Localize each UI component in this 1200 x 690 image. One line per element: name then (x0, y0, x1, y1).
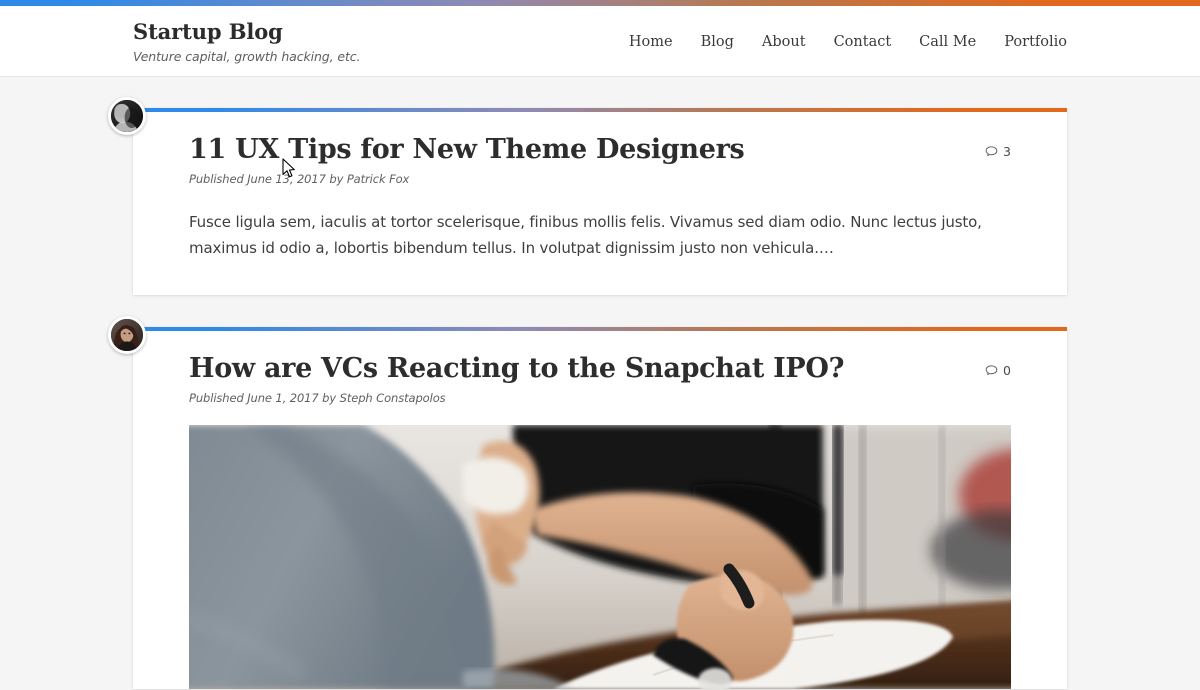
nav-item-about[interactable]: About (762, 34, 806, 50)
comment-count-value: 3 (1003, 144, 1011, 159)
nav-item-portfolio[interactable]: Portfolio (1004, 34, 1067, 50)
post-card[interactable]: How are VCs Reacting to the Snapchat IPO… (108, 315, 1067, 689)
author-avatar[interactable] (108, 315, 146, 354)
comment-count-badge[interactable]: 0 (985, 363, 1011, 378)
post-meta: Published June 13, 2017 by Patrick Fox (189, 172, 410, 187)
speech-bubble-icon (985, 364, 998, 375)
nav-item-contact[interactable]: Contact (834, 34, 892, 50)
speech-bubble-icon (985, 146, 998, 157)
post-title[interactable]: 11 UX Tips for New Theme Designers (189, 134, 745, 165)
site-title[interactable]: Startup Blog (133, 20, 360, 44)
avatar-photo-icon (111, 100, 143, 132)
nav-item-call-me[interactable]: Call Me (919, 34, 976, 50)
meeting-photo-illustration (189, 424, 1011, 689)
author-avatar[interactable] (108, 97, 146, 135)
site-header: Startup Blog Venture capital, growth hac… (0, 6, 1200, 77)
primary-navigation: Home Blog About Contact Call Me Portfoli… (629, 32, 1067, 50)
nav-item-blog[interactable]: Blog (701, 34, 734, 50)
top-accent-bar (0, 0, 1200, 6)
nav-item-home[interactable]: Home (629, 34, 673, 50)
post-meta: Published June 1, 2017 by Steph Constapo… (189, 390, 446, 405)
post-list: 11 UX Tips for New Theme Designers Publi… (0, 77, 1200, 690)
comment-count-badge[interactable]: 3 (985, 144, 1011, 159)
post-featured-image[interactable] (189, 424, 1011, 689)
comment-count-value: 0 (1003, 362, 1011, 378)
site-branding[interactable]: Startup Blog Venture capital, growth hac… (133, 18, 361, 64)
post-title[interactable]: How are VCs Reacting to the Snapchat IPO… (189, 353, 844, 384)
avatar-photo-icon (111, 318, 143, 351)
post-excerpt: Fusce ligula sem, iaculis at tortor scel… (189, 213, 982, 257)
post-card[interactable]: 11 UX Tips for New Theme Designers Publi… (108, 97, 1067, 295)
site-tagline: Venture capital, growth hacking, etc. (133, 48, 361, 64)
